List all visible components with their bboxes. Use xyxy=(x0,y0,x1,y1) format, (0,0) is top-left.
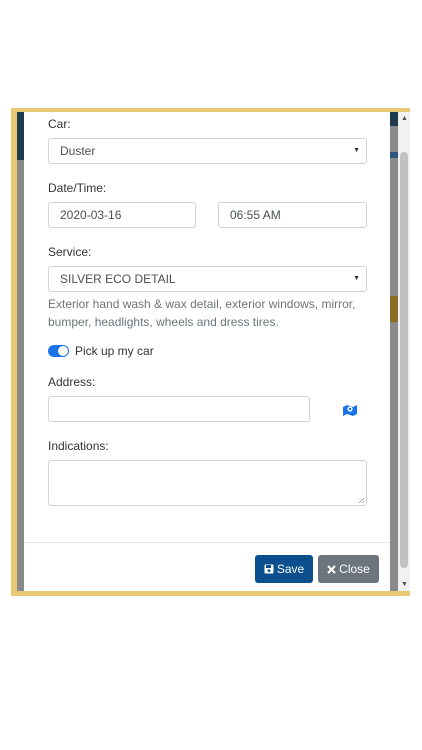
pickup-label: Pick up my car xyxy=(75,344,154,358)
car-select[interactable]: Duster ▼ xyxy=(48,138,367,164)
chevron-down-icon: ▼ xyxy=(353,275,360,282)
address-label: Address: xyxy=(48,375,96,389)
resize-grip-icon[interactable] xyxy=(358,497,365,504)
background-right-edge xyxy=(390,112,398,591)
service-label: Service: xyxy=(48,245,92,259)
date-input[interactable]: 2020-03-16 xyxy=(48,202,196,228)
scrollbar-thumb[interactable] xyxy=(400,152,408,568)
pickup-toggle[interactable] xyxy=(48,345,69,357)
scroll-up-icon[interactable]: ▲ xyxy=(401,115,408,122)
background-left-edge xyxy=(17,112,24,591)
vertical-scrollbar[interactable]: ▲ ▼ xyxy=(398,112,410,591)
service-select-value: SILVER ECO DETAIL xyxy=(60,272,176,286)
date-value: 2020-03-16 xyxy=(60,208,122,222)
address-input[interactable] xyxy=(48,396,310,422)
indications-textarea[interactable] xyxy=(48,460,367,506)
chevron-down-icon: ▼ xyxy=(353,147,360,154)
datetime-label: Date/Time: xyxy=(48,181,107,195)
pickup-toggle-row[interactable]: Pick up my car xyxy=(48,344,154,358)
floppy-disk-icon xyxy=(264,564,274,574)
time-input[interactable]: 06:55 AM xyxy=(218,202,367,228)
car-label: Car: xyxy=(48,117,71,131)
save-button[interactable]: Save xyxy=(255,555,313,583)
time-value: 06:55 AM xyxy=(230,208,281,222)
scroll-down-icon[interactable]: ▼ xyxy=(401,581,408,588)
map-marker-icon[interactable] xyxy=(342,403,358,417)
save-button-label: Save xyxy=(276,562,305,576)
service-select[interactable]: SILVER ECO DETAIL ▼ xyxy=(48,266,367,292)
x-icon xyxy=(327,564,336,574)
booking-modal: Car: Duster ▼ Date/Time: 2020-03-16 06:5… xyxy=(24,112,390,591)
close-button-label: Close xyxy=(339,562,370,576)
car-select-value: Duster xyxy=(60,144,96,158)
close-button[interactable]: Close xyxy=(318,555,379,583)
service-description: Exterior hand wash & wax detail, exterio… xyxy=(48,297,356,329)
indications-label: Indications: xyxy=(48,439,109,453)
modal-footer-divider xyxy=(24,542,390,543)
